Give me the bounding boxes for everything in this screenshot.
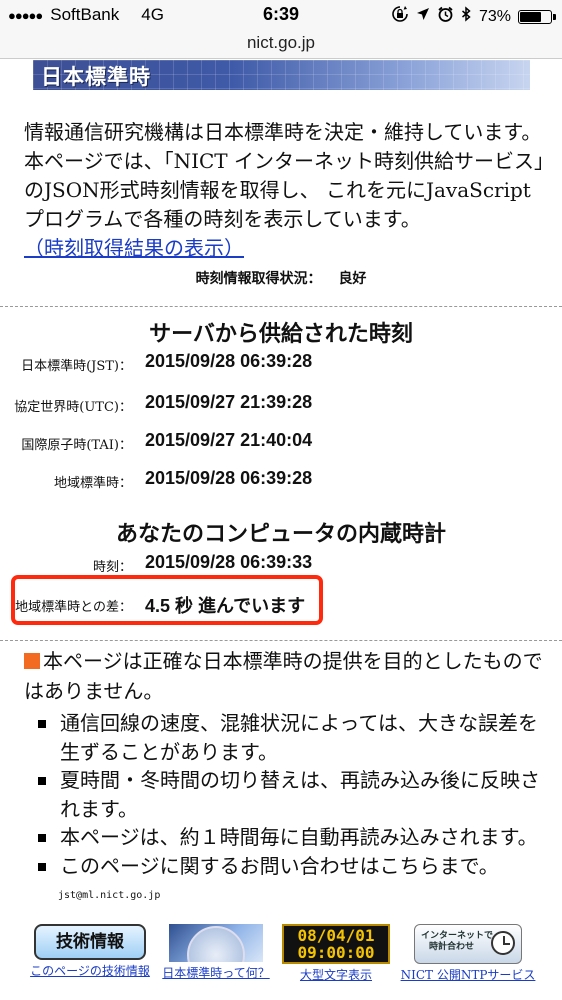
difference-value: 4.5 秒 進んでいます — [145, 596, 306, 616]
battery-level-fill — [520, 11, 542, 22]
local-standard-row: 地域標準時： 2015/09/28 06:39:28 — [0, 466, 562, 494]
utc-row: 協定世界時(UTC)： 2015/09/27 21:39:28 — [0, 390, 562, 418]
contact-email[interactable]: jst@ml.nict.go.jp — [58, 890, 160, 901]
local-time-label: 時刻： — [92, 560, 132, 575]
address-bar[interactable]: nict.go.jp — [0, 30, 562, 59]
clock-icon — [491, 931, 515, 955]
notice: 本ページは正確な日本標準時の提供を目的としたものではありません。 — [24, 646, 544, 706]
location-arrow-icon — [416, 7, 430, 26]
large-display-link[interactable]: 08/04/01 09:00:00 大型文字表示 — [280, 924, 392, 983]
jst-label: 日本標準時(JST)： — [21, 359, 132, 374]
battery-icon — [518, 9, 556, 24]
alarm-icon — [437, 6, 454, 28]
what-is-jst-link[interactable]: 日本標準時って何？ — [160, 924, 272, 981]
jst-row: 日本標準時(JST)： 2015/09/28 06:39:28 — [0, 349, 562, 377]
local-time-row: 時刻： 2015/09/28 06:39:33 — [0, 550, 562, 578]
divider — [0, 306, 562, 307]
clock-face-icon — [187, 926, 245, 962]
fetch-status-value: 良好 — [338, 271, 367, 287]
local-clock-title: あなたのコンピュータの内蔵時計 — [115, 521, 446, 547]
what-is-jst-caption[interactable]: 日本標準時って何？ — [160, 964, 272, 981]
status-bar: ●●●●● SoftBank 4G 6:39 73% — [0, 0, 562, 30]
difference-label: 地域標準時との差： — [15, 600, 132, 615]
tai-value: 2015/09/27 21:40:04 — [145, 430, 313, 450]
local-time-value: 2015/09/28 06:39:33 — [145, 552, 313, 572]
notice-text: 本ページは正確な日本標準時の提供を目的としたものではありません。 — [24, 649, 543, 703]
intro-section: 情報通信研究機構は日本標準時を決定・維持しています。本ページでは、「NICT イ… — [24, 118, 544, 263]
tech-info-caption[interactable]: このページの技術情報 — [28, 962, 152, 979]
local-standard-value: 2015/09/28 06:39:28 — [145, 468, 313, 488]
rotation-lock-icon — [391, 5, 409, 28]
list-item: 夏時間・冬時間の切り替えは、再読み込み後に反映されます。 — [24, 766, 544, 823]
bluetooth-icon — [461, 5, 472, 28]
battery-percent: 73% — [478, 7, 511, 25]
banner-title: 日本標準時 — [41, 65, 151, 89]
list-item: 本ページは、約１時間毎に自動再読み込みされます。 — [24, 823, 544, 852]
large-display-caption[interactable]: 大型文字表示 — [280, 966, 392, 983]
large-clock-time: 09:00:00 — [297, 943, 375, 962]
ntp-service-link[interactable]: インターネットで 時計合わせ NICT 公開NTPサービス — [398, 924, 538, 983]
tech-info-button[interactable]: 技術情報 — [34, 924, 146, 960]
clock-image[interactable] — [169, 924, 263, 962]
page-banner: 日本標準時 — [33, 60, 530, 90]
tai-row: 国際原子時(TAI)： 2015/09/27 21:40:04 — [0, 428, 562, 456]
orange-square-icon — [24, 653, 40, 669]
jst-value: 2015/09/28 06:39:28 — [145, 351, 313, 371]
list-item: このページに関するお問い合わせはこちらまで。 — [24, 852, 544, 881]
large-clock-date: 08/04/01 — [297, 926, 375, 945]
utc-value: 2015/09/27 21:39:28 — [145, 392, 313, 412]
list-item: 通信回線の速度、混雑状況によっては、大きな誤差を生ずることがあります。 — [24, 709, 544, 766]
notice-list: 通信回線の速度、混雑状況によっては、大きな誤差を生ずることがあります。 夏時間・… — [24, 709, 544, 880]
intro-text: 情報通信研究機構は日本標準時を決定・維持しています。本ページでは、「NICT イ… — [24, 120, 545, 231]
utc-label: 協定世界時(UTC)： — [14, 400, 132, 415]
local-standard-label: 地域標準時： — [53, 476, 132, 491]
ntp-button[interactable]: インターネットで 時計合わせ — [414, 924, 522, 964]
server-time-title: サーバから供給された時刻 — [149, 321, 413, 347]
divider — [0, 640, 562, 641]
tech-info-link[interactable]: 技術情報 このページの技術情報 — [28, 924, 152, 979]
difference-row: 地域標準時との差： 4.5 秒 進んでいます — [0, 590, 562, 618]
fetch-result-link[interactable]: （時刻取得結果の表示） — [24, 236, 244, 260]
fetch-status-label: 時刻情報取得状況： — [195, 271, 322, 287]
ntp-service-caption[interactable]: NICT 公開NTPサービス — [398, 966, 538, 983]
tai-label: 国際原子時(TAI)： — [21, 438, 132, 453]
large-clock-image[interactable]: 08/04/01 09:00:00 — [282, 924, 390, 964]
fetch-status: 時刻情報取得状況： 良好 — [0, 268, 562, 288]
